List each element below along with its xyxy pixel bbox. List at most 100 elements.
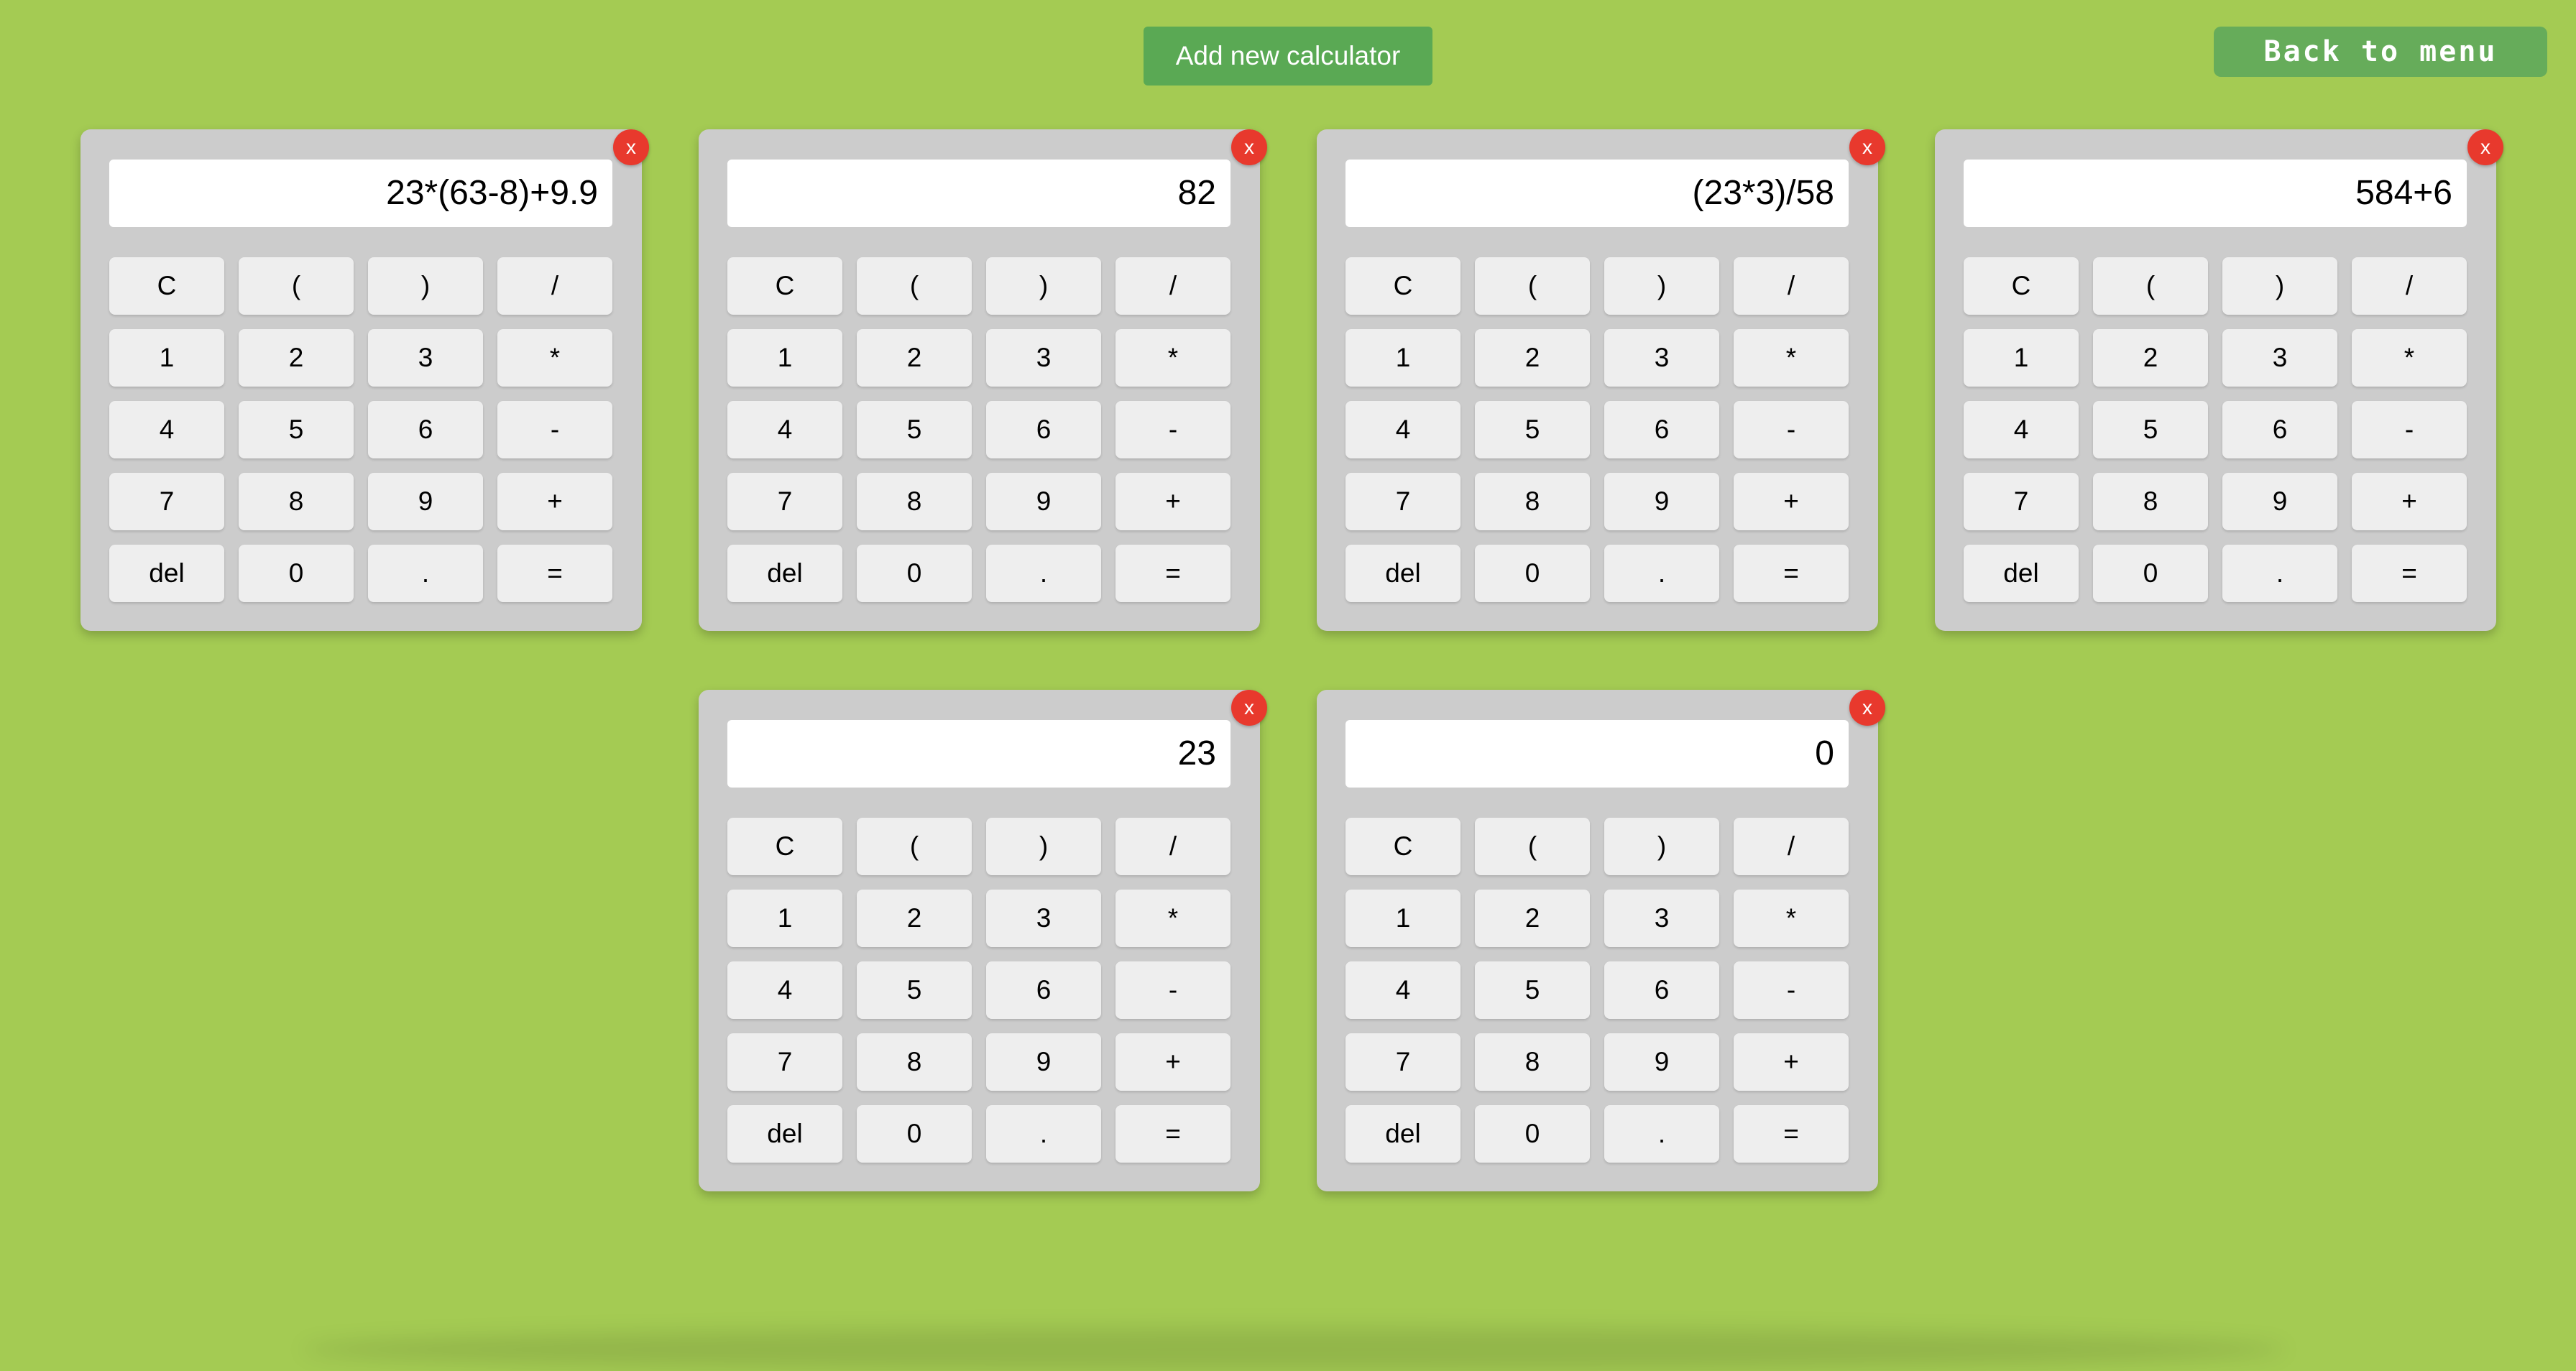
back-to-menu-button[interactable]: Back to menu xyxy=(2214,27,2547,77)
key-multiply[interactable]: * xyxy=(1116,329,1230,387)
key-digit-2[interactable]: 2 xyxy=(239,329,354,387)
key-digit-2[interactable]: 2 xyxy=(857,890,972,947)
key-digit-4[interactable]: 4 xyxy=(1964,401,2079,458)
key-close-paren[interactable]: ) xyxy=(1604,257,1719,315)
key-minus[interactable]: - xyxy=(1116,961,1230,1019)
key-divide[interactable]: / xyxy=(2352,257,2467,315)
key-decimal[interactable]: . xyxy=(986,545,1101,602)
key-digit-3[interactable]: 3 xyxy=(986,890,1101,947)
key-digit-6[interactable]: 6 xyxy=(368,401,483,458)
close-calculator-button[interactable]: x xyxy=(1231,129,1267,165)
key-decimal[interactable]: . xyxy=(1604,1105,1719,1163)
key-digit-4[interactable]: 4 xyxy=(1346,961,1460,1019)
key-decimal[interactable]: . xyxy=(368,545,483,602)
key-digit-8[interactable]: 8 xyxy=(857,473,972,530)
key-digit-4[interactable]: 4 xyxy=(727,401,842,458)
key-plus[interactable]: + xyxy=(1734,473,1849,530)
key-digit-8[interactable]: 8 xyxy=(857,1033,972,1091)
key-divide[interactable]: / xyxy=(1116,257,1230,315)
key-digit-0[interactable]: 0 xyxy=(1475,1105,1590,1163)
key-digit-0[interactable]: 0 xyxy=(857,545,972,602)
key-digit-8[interactable]: 8 xyxy=(1475,1033,1590,1091)
key-multiply[interactable]: * xyxy=(1734,890,1849,947)
key-digit-1[interactable]: 1 xyxy=(109,329,224,387)
key-multiply[interactable]: * xyxy=(2352,329,2467,387)
key-plus[interactable]: + xyxy=(497,473,612,530)
key-minus[interactable]: - xyxy=(2352,401,2467,458)
key-digit-1[interactable]: 1 xyxy=(1346,890,1460,947)
close-calculator-button[interactable]: x xyxy=(1231,690,1267,726)
key-digit-9[interactable]: 9 xyxy=(368,473,483,530)
key-digit-8[interactable]: 8 xyxy=(2093,473,2208,530)
key-clear[interactable]: C xyxy=(727,257,842,315)
key-divide[interactable]: / xyxy=(1734,818,1849,875)
key-digit-9[interactable]: 9 xyxy=(986,473,1101,530)
key-equals[interactable]: = xyxy=(2352,545,2467,602)
key-digit-5[interactable]: 5 xyxy=(857,401,972,458)
key-multiply[interactable]: * xyxy=(497,329,612,387)
key-digit-1[interactable]: 1 xyxy=(1346,329,1460,387)
key-digit-7[interactable]: 7 xyxy=(1346,1033,1460,1091)
key-digit-2[interactable]: 2 xyxy=(2093,329,2208,387)
key-digit-4[interactable]: 4 xyxy=(1346,401,1460,458)
key-digit-6[interactable]: 6 xyxy=(986,401,1101,458)
key-open-paren[interactable]: ( xyxy=(239,257,354,315)
key-divide[interactable]: / xyxy=(1734,257,1849,315)
key-digit-7[interactable]: 7 xyxy=(109,473,224,530)
key-minus[interactable]: - xyxy=(1116,401,1230,458)
key-digit-9[interactable]: 9 xyxy=(1604,1033,1719,1091)
key-delete[interactable]: del xyxy=(1964,545,2079,602)
key-clear[interactable]: C xyxy=(109,257,224,315)
key-digit-7[interactable]: 7 xyxy=(1964,473,2079,530)
key-digit-3[interactable]: 3 xyxy=(986,329,1101,387)
key-digit-5[interactable]: 5 xyxy=(857,961,972,1019)
key-multiply[interactable]: * xyxy=(1734,329,1849,387)
key-digit-3[interactable]: 3 xyxy=(2222,329,2337,387)
key-minus[interactable]: - xyxy=(1734,961,1849,1019)
key-plus[interactable]: + xyxy=(1116,1033,1230,1091)
key-digit-6[interactable]: 6 xyxy=(2222,401,2337,458)
key-digit-7[interactable]: 7 xyxy=(727,1033,842,1091)
key-digit-4[interactable]: 4 xyxy=(727,961,842,1019)
key-divide[interactable]: / xyxy=(1116,818,1230,875)
key-digit-4[interactable]: 4 xyxy=(109,401,224,458)
key-digit-3[interactable]: 3 xyxy=(1604,329,1719,387)
key-digit-5[interactable]: 5 xyxy=(1475,961,1590,1019)
key-digit-6[interactable]: 6 xyxy=(986,961,1101,1019)
key-equals[interactable]: = xyxy=(497,545,612,602)
key-delete[interactable]: del xyxy=(1346,545,1460,602)
key-minus[interactable]: - xyxy=(1734,401,1849,458)
key-digit-6[interactable]: 6 xyxy=(1604,961,1719,1019)
key-decimal[interactable]: . xyxy=(1604,545,1719,602)
key-clear[interactable]: C xyxy=(727,818,842,875)
key-digit-8[interactable]: 8 xyxy=(1475,473,1590,530)
key-decimal[interactable]: . xyxy=(2222,545,2337,602)
key-equals[interactable]: = xyxy=(1734,545,1849,602)
key-digit-9[interactable]: 9 xyxy=(986,1033,1101,1091)
key-digit-1[interactable]: 1 xyxy=(1964,329,2079,387)
key-close-paren[interactable]: ) xyxy=(986,818,1101,875)
key-equals[interactable]: = xyxy=(1116,1105,1230,1163)
key-digit-0[interactable]: 0 xyxy=(239,545,354,602)
key-digit-0[interactable]: 0 xyxy=(1475,545,1590,602)
key-open-paren[interactable]: ( xyxy=(1475,257,1590,315)
key-digit-0[interactable]: 0 xyxy=(2093,545,2208,602)
key-close-paren[interactable]: ) xyxy=(2222,257,2337,315)
key-open-paren[interactable]: ( xyxy=(857,257,972,315)
close-calculator-button[interactable]: x xyxy=(2467,129,2503,165)
close-calculator-button[interactable]: x xyxy=(1849,129,1885,165)
close-calculator-button[interactable]: x xyxy=(613,129,649,165)
key-digit-3[interactable]: 3 xyxy=(1604,890,1719,947)
key-clear[interactable]: C xyxy=(1346,257,1460,315)
key-delete[interactable]: del xyxy=(727,1105,842,1163)
key-digit-3[interactable]: 3 xyxy=(368,329,483,387)
key-digit-2[interactable]: 2 xyxy=(857,329,972,387)
key-close-paren[interactable]: ) xyxy=(986,257,1101,315)
key-multiply[interactable]: * xyxy=(1116,890,1230,947)
key-equals[interactable]: = xyxy=(1116,545,1230,602)
key-equals[interactable]: = xyxy=(1734,1105,1849,1163)
key-digit-0[interactable]: 0 xyxy=(857,1105,972,1163)
key-divide[interactable]: / xyxy=(497,257,612,315)
key-close-paren[interactable]: ) xyxy=(1604,818,1719,875)
key-digit-8[interactable]: 8 xyxy=(239,473,354,530)
